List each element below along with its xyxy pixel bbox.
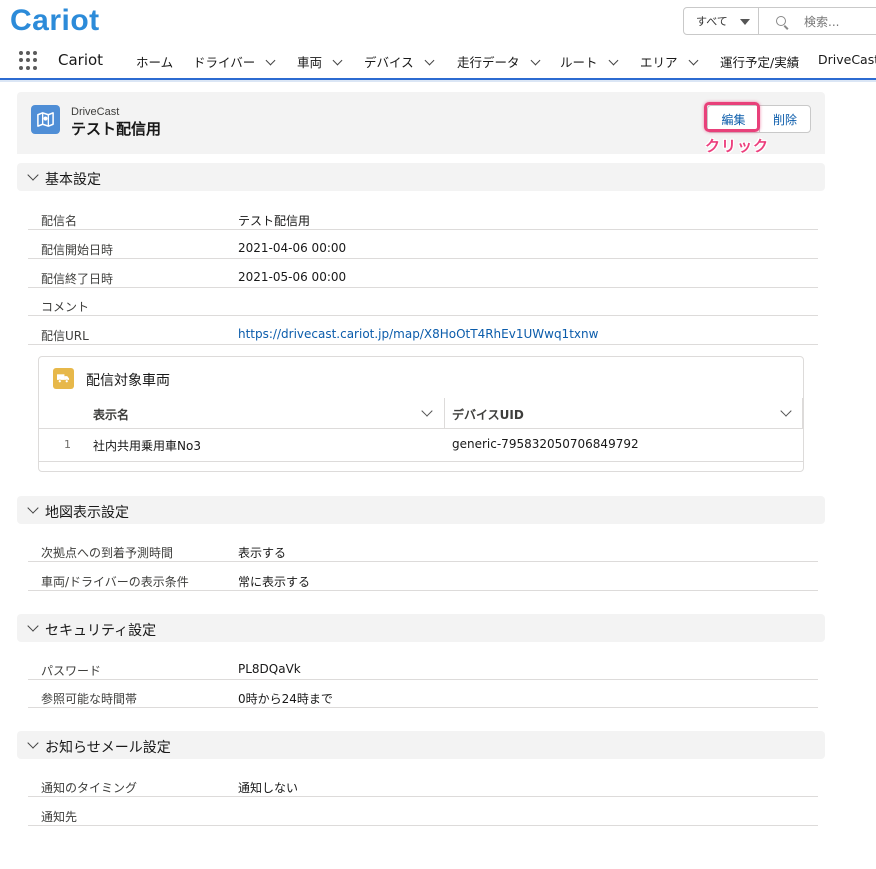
search-scope-dropdown[interactable]: すべて (683, 7, 759, 35)
vehicle-name-cell: 社内共用乗用車No3 (93, 439, 201, 453)
section-title: セキュリティ設定 (45, 623, 157, 639)
field-row: 配信開始日時 2021-04-06 00:00 (28, 230, 818, 259)
field-value: 2021-04-06 00:00 (238, 241, 347, 255)
nav-item-label: エリア (640, 55, 678, 70)
drivecast-url-link[interactable]: https://drivecast.cariot.jp/map/X8HoOtT4… (238, 327, 598, 341)
field-value: テスト配信用 (238, 214, 311, 228)
nav-item-routes[interactable]: ルート (560, 52, 618, 71)
chevron-down-icon (27, 737, 39, 749)
field-label: 車両/ドライバーの表示条件 (41, 575, 189, 589)
search-icon (776, 16, 786, 26)
field-value: 0時から24時まで (238, 692, 333, 706)
table-header: 表示名 デバイスUID (39, 398, 803, 429)
nav-item-label: DriveCast (818, 52, 876, 67)
field-value: PL8DQaVk (238, 662, 301, 676)
field-label: 次拠点への到着予測時間 (41, 546, 174, 560)
truck-icon (53, 368, 74, 389)
field-row: 配信終了日時 2021-05-06 00:00 (28, 259, 818, 288)
section-header-security[interactable]: セキュリティ設定 (17, 614, 825, 642)
caret-down-icon (740, 19, 750, 25)
related-list-title[interactable]: 配信対象車両 (86, 370, 170, 390)
field-label: パスワード (41, 664, 102, 678)
nav-item-drivecast[interactable]: DriveCast (818, 52, 876, 67)
column-divider[interactable] (802, 398, 803, 428)
chevron-down-icon[interactable] (332, 55, 343, 66)
cariot-logo[interactable]: Cariot (10, 4, 100, 38)
record-object-type: DriveCast (71, 106, 120, 118)
field-row: パスワード PL8DQaVk (28, 651, 818, 680)
nav-item-label: ドライバー (193, 55, 256, 70)
chevron-down-icon[interactable] (424, 55, 435, 66)
chevron-down-icon[interactable] (265, 55, 276, 66)
chevron-down-icon[interactable] (780, 405, 792, 417)
field-label: コメント (41, 300, 90, 314)
nav-item-label: デバイス (364, 55, 414, 70)
edit-button-highlight (704, 102, 760, 132)
nav-item-home[interactable]: ホーム (136, 52, 173, 71)
column-header-name[interactable]: 表示名 (93, 406, 129, 423)
section-title: お知らせメール設定 (45, 740, 171, 756)
field-row: 参照可能な時間帯 0時から24時まで (28, 679, 818, 708)
nav-item-devices[interactable]: デバイス (364, 52, 435, 71)
section-header-basic[interactable]: 基本設定 (17, 163, 825, 191)
field-row: コメント (28, 287, 818, 316)
field-label: 通知のタイミング (41, 781, 138, 795)
nav-item-vehicles[interactable]: 車両 (297, 52, 343, 71)
nav-item-trip-data[interactable]: 走行データ (457, 52, 540, 71)
app-name: Cariot (58, 51, 104, 69)
field-value: 表示する (238, 546, 287, 560)
app-launcher-icon[interactable] (19, 51, 38, 70)
nav-item-label: 車両 (297, 55, 323, 70)
section-header-mail[interactable]: お知らせメール設定 (17, 731, 825, 759)
global-search-input[interactable]: 検索... (758, 7, 876, 35)
nav-item-schedule[interactable]: 運行予定/実績 (720, 52, 799, 71)
field-row: 配信URL https://drivecast.cariot.jp/map/X8… (28, 316, 818, 345)
click-annotation: クリック (705, 137, 770, 155)
search-scope-label: すべて (696, 15, 728, 28)
column-divider[interactable] (444, 398, 445, 428)
field-row: 次拠点への到着予測時間 表示する (28, 533, 818, 562)
drivecast-object-icon (31, 105, 60, 134)
field-value: 通知しない (238, 781, 299, 795)
record-title: テスト配信用 (71, 120, 162, 138)
field-row: 配信名 テスト配信用 (28, 201, 818, 230)
column-header-device-uid[interactable]: デバイスUID (452, 406, 524, 423)
field-value: 常に表示する (238, 575, 311, 589)
nav-divider (0, 80, 876, 82)
chevron-down-icon[interactable] (608, 55, 618, 66)
device-uid-cell: generic-795832050706849792 (452, 437, 639, 451)
nav-item-drivers[interactable]: ドライバー (193, 52, 276, 71)
field-row: 車両/ドライバーの表示条件 常に表示する (28, 562, 818, 591)
field-label: 通知先 (41, 810, 78, 824)
section-title: 基本設定 (45, 172, 101, 188)
row-number: 1 (64, 438, 71, 451)
field-label: 配信名 (41, 214, 78, 228)
section-title: 地図表示設定 (45, 505, 129, 521)
chevron-down-icon[interactable] (688, 55, 698, 66)
nav-item-label: ホーム (136, 55, 174, 70)
field-row: 通知のタイミング 通知しない (28, 768, 818, 797)
delete-button[interactable]: 削除 (759, 105, 811, 133)
field-label: 配信URL (41, 329, 89, 343)
field-label: 配信終了日時 (41, 272, 114, 286)
chevron-down-icon (27, 620, 39, 632)
section-header-map[interactable]: 地図表示設定 (17, 496, 825, 524)
field-label: 参照可能な時間帯 (41, 692, 138, 706)
nav-item-label: 運行予定/実績 (720, 55, 800, 70)
chevron-down-icon[interactable] (421, 405, 433, 417)
search-placeholder: 検索... (804, 14, 840, 29)
table-row: 1 社内共用乗用車No3 generic-795832050706849792 (39, 429, 803, 462)
field-value: 2021-05-06 00:00 (238, 270, 347, 284)
nav-item-label: ルート (560, 55, 598, 70)
chevron-down-icon (27, 169, 39, 181)
chevron-down-icon[interactable] (530, 55, 540, 66)
nav-item-areas[interactable]: エリア (640, 52, 698, 71)
nav-item-label: 走行データ (457, 55, 520, 70)
field-row: 通知先 (28, 797, 818, 826)
chevron-down-icon (27, 502, 39, 514)
field-label: 配信開始日時 (41, 243, 114, 257)
